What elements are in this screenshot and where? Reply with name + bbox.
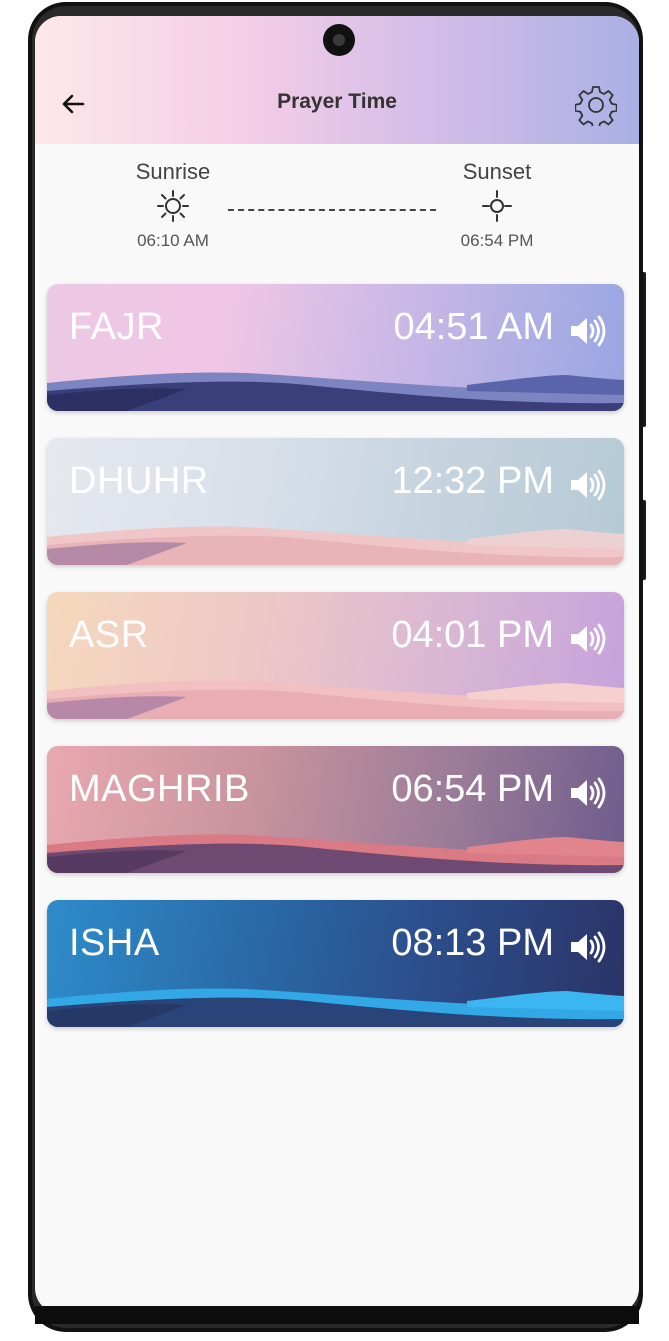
prayer-card-fajr[interactable]: FAJR 04:51 AM [47, 284, 624, 411]
dune-illustration [47, 526, 624, 565]
prayer-name: ASR [69, 614, 149, 656]
dune-illustration [47, 372, 624, 411]
prayer-card-dhuhr[interactable]: DHUHR 12:32 PM [47, 438, 624, 565]
sunrise-label: Sunrise [135, 159, 211, 184]
prayer-time: 06:54 PM [391, 768, 554, 810]
sunrise-time: 06:10 AM [137, 231, 209, 250]
prayer-name: MAGHRIB [69, 768, 250, 810]
speaker-icon[interactable] [568, 314, 606, 348]
prayer-card-isha[interactable]: ISHA 08:13 PM [47, 900, 624, 1027]
prayer-name: FAJR [69, 306, 164, 348]
page-title: Prayer Time [277, 90, 397, 113]
sunset-time: 06:54 PM [460, 231, 534, 250]
prayer-card-asr[interactable]: ASR 04:01 PM [47, 592, 624, 719]
front-camera [323, 24, 355, 56]
sunset-label: Sunset [462, 159, 532, 184]
prayer-time: 12:32 PM [391, 460, 554, 502]
sunrise-icon [157, 190, 189, 222]
speaker-icon[interactable] [568, 776, 606, 810]
prayer-time: 08:13 PM [391, 922, 554, 964]
sunrise-block: Sunrise 06:10 AM [123, 159, 223, 251]
gear-icon[interactable] [574, 84, 618, 130]
dune-illustration [47, 834, 624, 873]
speaker-icon[interactable] [568, 468, 606, 502]
prayer-name: ISHA [69, 922, 160, 964]
sunset-icon [482, 190, 512, 222]
prayer-time: 04:01 PM [391, 614, 554, 656]
dune-illustration [47, 680, 624, 719]
sunset-block: Sunset 06:54 PM [447, 159, 547, 251]
prayer-name: DHUHR [69, 460, 209, 502]
app-screen: Prayer Time Sunrise 06:10 AM Sunset 06:5… [35, 16, 639, 1314]
speaker-icon[interactable] [568, 622, 606, 656]
prayer-time: 04:51 AM [393, 306, 554, 348]
sun-divider [228, 209, 436, 211]
prayer-card-maghrib[interactable]: MAGHRIB 06:54 PM [47, 746, 624, 873]
speaker-icon[interactable] [568, 930, 606, 964]
phone-bottom-bezel [35, 1306, 639, 1324]
dune-illustration [47, 988, 624, 1027]
